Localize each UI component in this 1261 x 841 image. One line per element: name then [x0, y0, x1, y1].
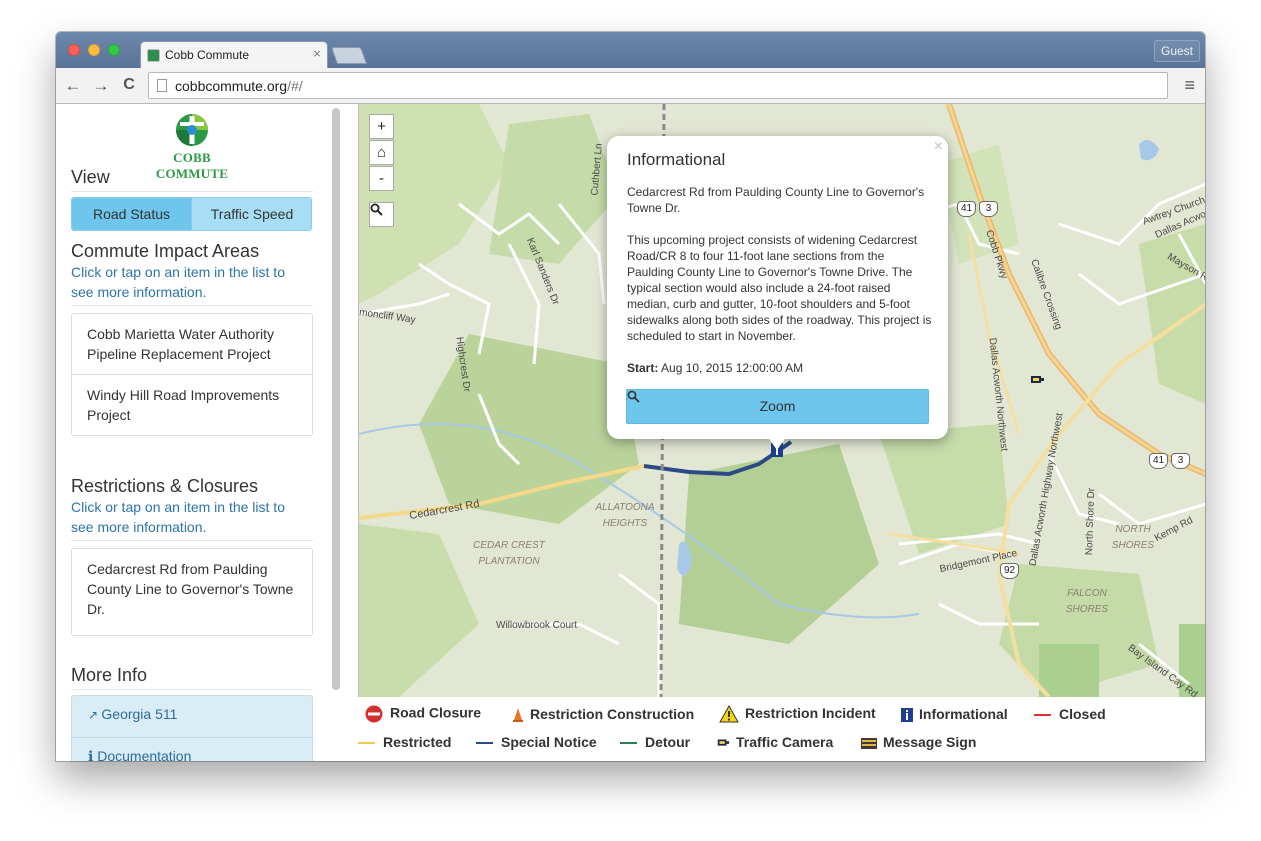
- popup-description: This upcoming project consists of wideni…: [627, 233, 932, 343]
- browser-menu-icon[interactable]: ≡: [1184, 75, 1195, 96]
- traffic-speed-button[interactable]: Traffic Speed: [192, 198, 311, 230]
- legend-traffic-camera: Traffic Camera: [716, 734, 833, 750]
- favicon-icon: [147, 49, 160, 62]
- informational-icon: [901, 708, 913, 723]
- popup-location: Cedarcrest Rd from Paulding County Line …: [627, 185, 925, 215]
- traffic-camera-icon: [717, 739, 730, 746]
- map-label-north-shore-dr: North Shore Dr: [1083, 487, 1098, 556]
- logo-mark-icon: [176, 114, 208, 146]
- legend: Road Closure Restriction Construction Re…: [358, 697, 1205, 761]
- address-bar[interactable]: cobbcommute.org/#/: [148, 72, 1168, 99]
- impact-list: Cobb Marietta Water Authority Pipeline R…: [71, 313, 313, 436]
- title-bar: Cobb Commute × Guest: [56, 32, 1205, 68]
- minimize-window-button[interactable]: [88, 44, 100, 56]
- divider: [71, 305, 313, 306]
- info-icon: ℹ: [88, 748, 98, 761]
- sidebar-scrollbar[interactable]: [332, 108, 340, 690]
- legend-road-closure: Road Closure: [364, 704, 481, 724]
- map-place-allatoona-heights: ALLATOONA HEIGHTS: [595, 502, 655, 529]
- popup-title: Informational: [627, 150, 726, 169]
- forward-arrow-icon[interactable]: →: [90, 76, 112, 96]
- map-search-button[interactable]: [369, 202, 394, 227]
- legend-message-sign: Message Sign: [861, 734, 976, 750]
- browser-toolbar: ← → C cobbcommute.org/#/ ≡: [56, 68, 1205, 104]
- maximize-window-button[interactable]: [108, 44, 120, 56]
- tab-close-icon[interactable]: ×: [313, 46, 321, 61]
- popup-pointer: [767, 436, 787, 450]
- popup-close-icon[interactable]: ×: [934, 138, 943, 156]
- road-status-button[interactable]: Road Status: [72, 198, 192, 230]
- map-place-north-shores: NORTH SHORES: [1111, 524, 1155, 551]
- legend-restriction-construction: Restriction Construction: [512, 706, 694, 723]
- message-sign-icon: [861, 737, 877, 749]
- map-place-falcon-shores: FALCON SHORES: [1065, 588, 1109, 615]
- closed-line-icon: [1034, 714, 1051, 717]
- info-popup: × Informational Cedarcrest Rd from Pauld…: [607, 136, 948, 450]
- impact-help-text: Click or tap on an item in the list to s…: [71, 264, 285, 300]
- new-tab-button[interactable]: [330, 47, 368, 64]
- more-info-heading: More Info: [71, 665, 148, 685]
- detour-line-icon: [620, 742, 637, 745]
- georgia-511-link[interactable]: ↗︎ Georgia 511: [72, 696, 312, 737]
- legend-informational: Informational: [901, 706, 1008, 723]
- construction-cone-icon: [513, 708, 523, 723]
- popup-body: Cedarcrest Rd from Paulding County Line …: [627, 184, 932, 392]
- divider: [71, 191, 313, 192]
- zoom-in-button[interactable]: +: [369, 114, 394, 139]
- back-arrow-icon[interactable]: ←: [62, 76, 84, 96]
- restrictions-help-text: Click or tap on an item in the list to s…: [71, 499, 285, 535]
- search-icon: [370, 203, 383, 216]
- legend-detour: Detour: [620, 734, 690, 750]
- close-window-button[interactable]: [68, 44, 80, 56]
- divider: [71, 540, 313, 541]
- legend-closed: Closed: [1034, 706, 1106, 722]
- guest-profile-button[interactable]: Guest: [1154, 40, 1200, 62]
- list-item[interactable]: Windy Hill Road Improvements Project: [72, 374, 312, 435]
- popup-start: Start: Aug 10, 2015 12:00:00 AM: [627, 361, 804, 375]
- page-icon: [157, 79, 167, 92]
- highway-shield: 92: [1000, 563, 1019, 579]
- divider: [71, 689, 313, 690]
- cobb-commute-logo[interactable]: COBB COMMUTE: [142, 110, 242, 181]
- highway-shield: 3: [979, 201, 998, 217]
- restricted-line-icon: [358, 742, 375, 745]
- highway-shield: 41: [957, 201, 976, 217]
- list-item[interactable]: Cobb Marietta Water Authority Pipeline R…: [72, 314, 312, 374]
- restrictions-heading: Restrictions & Closures: [71, 476, 259, 496]
- url-text: cobbcommute.org/#/: [175, 78, 303, 94]
- traffic-camera-icon[interactable]: [1029, 372, 1045, 388]
- browser-window: Cobb Commute × Guest ← → C cobbcommute.o…: [56, 32, 1205, 761]
- special-notice-line-icon: [476, 742, 493, 745]
- sidebar: COBB COMMUTE View Road Status Traffic Sp…: [56, 104, 328, 761]
- more-info-list: ↗︎ Georgia 511 ℹ Documentation: [71, 695, 313, 761]
- impact-heading: Commute Impact Areas: [71, 241, 260, 261]
- zoom-out-button[interactable]: -: [369, 166, 394, 191]
- view-heading: View: [71, 167, 110, 187]
- legend-special-notice: Special Notice: [476, 734, 597, 750]
- reload-icon[interactable]: C: [118, 76, 140, 94]
- road-closure-icon: [364, 704, 384, 724]
- view-toggle: Road Status Traffic Speed: [71, 197, 312, 231]
- search-icon: [627, 390, 640, 403]
- map-label-willowbrook-court: Willowbrook Court: [496, 620, 578, 631]
- restrictions-list: Cedarcrest Rd from Paulding County Line …: [71, 548, 313, 636]
- home-icon[interactable]: ⌂: [369, 140, 394, 165]
- documentation-link[interactable]: ℹ Documentation: [72, 737, 312, 761]
- warning-icon: [719, 705, 739, 723]
- legend-restriction-incident: Restriction Incident: [719, 705, 876, 723]
- list-item[interactable]: Cedarcrest Rd from Paulding County Line …: [72, 549, 312, 635]
- highway-shield: 41: [1149, 453, 1168, 469]
- browser-tab[interactable]: Cobb Commute ×: [140, 41, 328, 68]
- map-place-cedar-crest-plantation: CEDAR CREST PLANTATION: [473, 540, 545, 567]
- zoom-button[interactable]: Zoom: [626, 389, 929, 424]
- external-link-icon: ↗︎: [88, 708, 102, 722]
- logo-text: COBB COMMUTE: [155, 150, 229, 181]
- legend-restricted: Restricted: [358, 734, 451, 750]
- tab-title: Cobb Commute: [165, 48, 250, 62]
- map[interactable]: Cuthbert Ln Karl Sanders Dr Highcrest Dr…: [358, 104, 1205, 697]
- highway-shield: 3: [1171, 453, 1190, 469]
